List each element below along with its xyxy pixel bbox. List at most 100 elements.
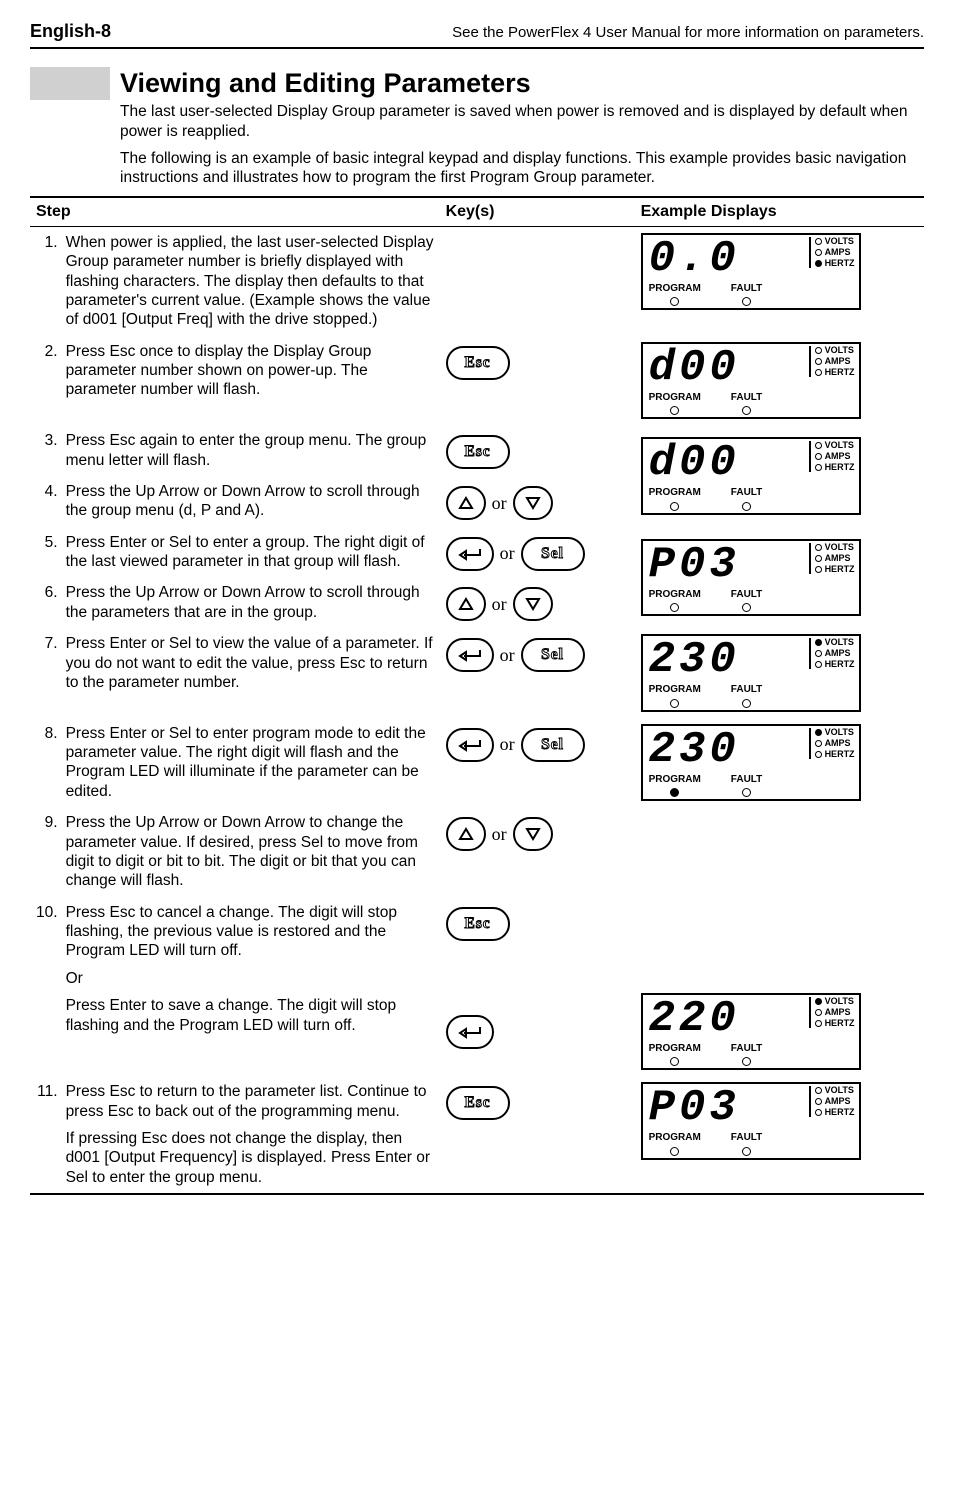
page-title: Viewing and Editing Parameters bbox=[110, 67, 531, 101]
program-label: PROGRAM bbox=[649, 589, 701, 602]
or-label: or bbox=[500, 733, 515, 756]
fault-label: FAULT bbox=[731, 283, 762, 296]
or-label: or bbox=[500, 644, 515, 667]
or-label: or bbox=[492, 593, 507, 616]
or-label: or bbox=[500, 542, 515, 565]
step-text: If pressing Esc does not change the disp… bbox=[66, 1129, 434, 1187]
step-num: 3. bbox=[30, 425, 60, 476]
program-label: PROGRAM bbox=[649, 487, 701, 500]
program-label: PROGRAM bbox=[649, 774, 701, 787]
example-display: d00 PROGRAM FAULT VOLTS AMPS HERTZ bbox=[641, 342, 861, 420]
hertz-label: HERTZ bbox=[825, 565, 855, 574]
up-arrow-key bbox=[446, 817, 486, 851]
step-num: 9. bbox=[30, 807, 60, 897]
hertz-label: HERTZ bbox=[825, 1019, 855, 1028]
step-num: 4. bbox=[30, 476, 60, 527]
page-header-note: See the PowerFlex 4 User Manual for more… bbox=[452, 24, 924, 43]
step-text: Press Enter or Sel to enter program mode… bbox=[60, 718, 440, 808]
hertz-label: HERTZ bbox=[825, 463, 855, 472]
step-text: Press Esc to cancel a change. The digit … bbox=[66, 904, 397, 960]
seven-seg: d00 bbox=[649, 346, 809, 390]
esc-key: Esc bbox=[446, 1086, 510, 1120]
step-num: 8. bbox=[30, 718, 60, 808]
fault-label: FAULT bbox=[731, 684, 762, 697]
step-text: Press the Up Arrow or Down Arrow to scro… bbox=[60, 476, 440, 527]
fault-label: FAULT bbox=[731, 774, 762, 787]
step-num: 1. bbox=[30, 226, 60, 335]
th-step: Step bbox=[30, 197, 440, 227]
amps-label: AMPS bbox=[825, 649, 851, 658]
volts-label: VOLTS bbox=[825, 237, 854, 246]
sel-key: Sel bbox=[521, 728, 585, 762]
program-label: PROGRAM bbox=[649, 392, 701, 405]
enter-key bbox=[446, 537, 494, 571]
fault-label: FAULT bbox=[731, 1043, 762, 1056]
volts-label: VOLTS bbox=[825, 441, 854, 450]
step-text: Press Enter to save a change. The digit … bbox=[66, 996, 434, 1035]
or-label: or bbox=[492, 492, 507, 515]
program-label: PROGRAM bbox=[649, 1132, 701, 1145]
amps-label: AMPS bbox=[825, 452, 851, 461]
seven-seg: P03 bbox=[649, 1086, 809, 1130]
step-num: 7. bbox=[30, 628, 60, 718]
fault-label: FAULT bbox=[731, 487, 762, 500]
amps-label: AMPS bbox=[825, 248, 851, 257]
example-display: 230 PROGRAM FAULT VOLTS AMPS HERTZ bbox=[641, 634, 861, 712]
example-display: d00 PROGRAM FAULT VOLTS AMPS HERTZ bbox=[641, 437, 861, 515]
example-display: 230 PROGRAM FAULT VOLTS AMPS HERTZ bbox=[641, 724, 861, 802]
th-keys: Key(s) bbox=[440, 197, 635, 227]
seven-seg: 220 bbox=[649, 997, 809, 1041]
esc-key: Esc bbox=[446, 907, 510, 941]
sel-key: Sel bbox=[521, 537, 585, 571]
step-text: When power is applied, the last user-sel… bbox=[60, 226, 440, 335]
amps-label: AMPS bbox=[825, 554, 851, 563]
fault-label: FAULT bbox=[731, 589, 762, 602]
program-label: PROGRAM bbox=[649, 684, 701, 697]
step-text: Press Esc to return to the parameter lis… bbox=[66, 1083, 427, 1119]
volts-label: VOLTS bbox=[825, 1086, 854, 1095]
up-arrow-key bbox=[446, 587, 486, 621]
steps-table: Step Key(s) Example Displays 1. When pow… bbox=[30, 196, 924, 1195]
step-or: Or bbox=[66, 969, 434, 988]
step-num: 10. bbox=[30, 897, 60, 1077]
volts-label: VOLTS bbox=[825, 638, 854, 647]
enter-key bbox=[446, 638, 494, 672]
up-arrow-key bbox=[446, 486, 486, 520]
hertz-label: HERTZ bbox=[825, 1108, 855, 1117]
example-display: 220 PROGRAM FAULT VOLTS AMPS HERTZ bbox=[641, 993, 861, 1071]
volts-label: VOLTS bbox=[825, 346, 854, 355]
sel-key: Sel bbox=[521, 638, 585, 672]
page-number: English-8 bbox=[30, 20, 111, 43]
amps-label: AMPS bbox=[825, 1097, 851, 1106]
seven-seg: 0.0 bbox=[649, 237, 809, 281]
program-label: PROGRAM bbox=[649, 283, 701, 296]
step-num: 2. bbox=[30, 336, 60, 426]
intro-para-2: The following is an example of basic int… bbox=[120, 149, 924, 188]
title-lead-bar bbox=[30, 67, 110, 101]
step-text: Press the Up Arrow or Down Arrow to scro… bbox=[60, 577, 440, 628]
seven-seg: d00 bbox=[649, 441, 809, 485]
enter-key bbox=[446, 728, 494, 762]
step-num: 5. bbox=[30, 527, 60, 578]
intro-para-1: The last user-selected Display Group par… bbox=[120, 102, 924, 141]
amps-label: AMPS bbox=[825, 739, 851, 748]
program-label: PROGRAM bbox=[649, 1043, 701, 1056]
seven-seg: 230 bbox=[649, 728, 809, 772]
example-display: P03 PROGRAM FAULT VOLTS AMPS HERTZ bbox=[641, 539, 861, 617]
hertz-label: HERTZ bbox=[825, 259, 855, 268]
th-displays: Example Displays bbox=[635, 197, 924, 227]
step-num: 6. bbox=[30, 577, 60, 628]
step-text: Press Esc once to display the Display Gr… bbox=[60, 336, 440, 426]
hertz-label: HERTZ bbox=[825, 368, 855, 377]
step-num: 11. bbox=[30, 1076, 60, 1194]
amps-label: AMPS bbox=[825, 1008, 851, 1017]
volts-label: VOLTS bbox=[825, 543, 854, 552]
step-text: Press Enter or Sel to view the value of … bbox=[60, 628, 440, 718]
down-arrow-key bbox=[513, 587, 553, 621]
down-arrow-key bbox=[513, 817, 553, 851]
volts-label: VOLTS bbox=[825, 728, 854, 737]
enter-key bbox=[446, 1015, 494, 1049]
or-label: or bbox=[492, 823, 507, 846]
hertz-label: HERTZ bbox=[825, 750, 855, 759]
step-text: Press Enter or Sel to enter a group. The… bbox=[60, 527, 440, 578]
